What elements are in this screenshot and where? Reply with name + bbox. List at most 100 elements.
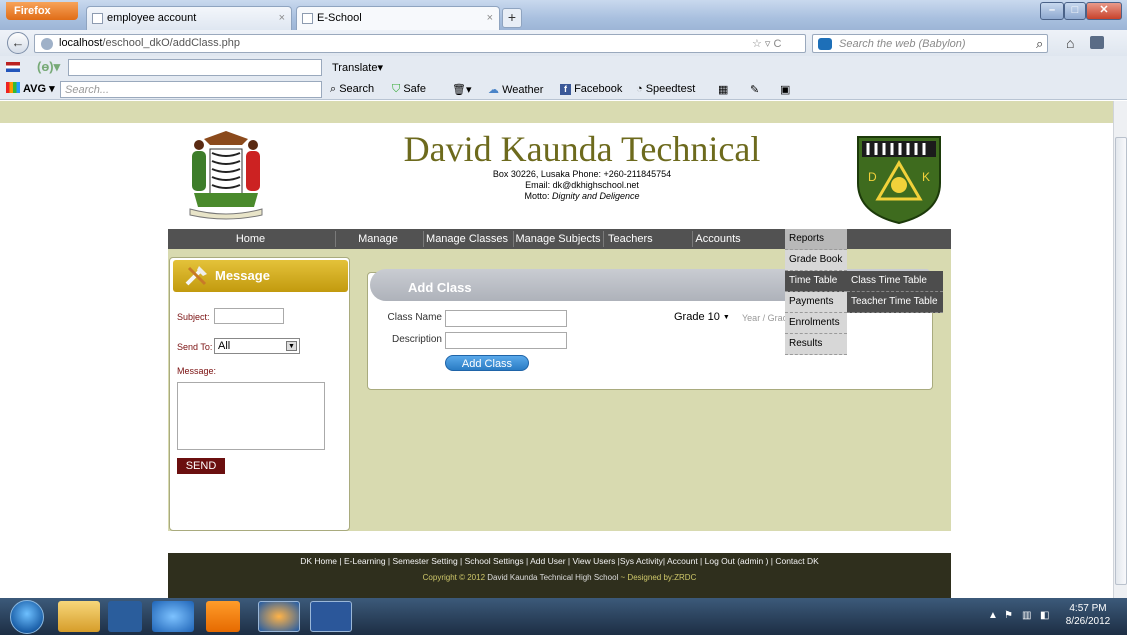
dropdown-grade-book[interactable]: Grade Book [785,250,847,271]
tab-label: employee account [107,12,197,24]
network-icon[interactable]: ▥ [1022,610,1031,621]
volume-icon[interactable]: ◧ [1040,610,1049,621]
show-hidden-icons[interactable]: ▲ [988,610,998,621]
email-line: Email: dk@dkhighschool.net [525,180,639,190]
dropdown-time-table[interactable]: Time Table [785,271,847,292]
facebook-button[interactable]: f Facebook [560,83,622,95]
avg-search-input[interactable]: Search... [60,81,322,98]
search-icon[interactable]: ⌕ [1036,36,1043,52]
message-label: Message: [177,366,217,376]
send-to-select[interactable]: All ▼ [214,338,300,354]
grade-select[interactable]: Grade 10 ▼ [674,311,730,323]
bookmark-star-icon[interactable]: ☆ ▿ C [752,37,781,50]
message-textarea[interactable] [177,382,325,450]
speedtest-button[interactable]: ◔ Speedtest [636,83,695,95]
message-panel: Message Subject: Send To: All ▼ Message:… [169,257,350,531]
tab-e-school[interactable]: E-School × [296,6,500,30]
send-to-label: Send To: [177,342,213,352]
firefox-menu-button[interactable]: Firefox [6,2,78,20]
back-button[interactable]: ← [7,32,29,54]
avg-search-button[interactable]: ⌕ Search [330,83,374,96]
time-table-submenu: Class Time Table Teacher Time Table [847,271,943,313]
close-tab-icon[interactable]: × [279,12,285,24]
internet-explorer-taskbar-icon[interactable] [152,601,194,632]
tab-label: E-School [317,12,362,24]
maximize-button[interactable]: □ [1064,2,1086,20]
site-footer: DK Home | E-Learning | Semester Setting … [168,553,951,598]
minimize-button[interactable]: – [1040,2,1064,20]
menu-accounts[interactable]: Accounts [692,229,744,249]
address-bar[interactable]: localhost/eschool_dkO/addClass.php [34,34,806,53]
clock[interactable]: 4:57 PM 8/26/2012 [1060,602,1116,628]
toolbar-logo-icon[interactable]: (ɵ)▾ [37,59,60,75]
class-name-input[interactable] [445,310,567,327]
trash-icon[interactable]: 🗑▾ [452,83,472,96]
vlc-taskbar-icon[interactable] [206,601,240,632]
menu-reports[interactable]: Reports [785,229,847,250]
tab-employee-account[interactable]: employee account × [86,6,292,30]
subject-input[interactable] [214,308,284,324]
new-tab-button[interactable]: + [502,8,522,28]
notepad-icon[interactable]: ✎ [750,83,759,96]
window-controls: – □ ✕ [1040,2,1122,20]
flag-icon[interactable] [6,62,20,72]
tools-icon [185,266,207,286]
firefox-taskbar-icon[interactable] [258,601,300,632]
safe-button[interactable]: ⛉ Safe [392,83,426,96]
bookmarks-icon[interactable] [1090,36,1104,49]
windows-taskbar: ▲ ⚑ ▥ ◧ 4:57 PM 8/26/2012 [0,598,1127,635]
copyright-org: David Kaunda Technical High School [487,573,619,582]
cloud-icon: ☁ [488,84,499,96]
svg-text:K: K [922,170,930,184]
page-icon [302,13,313,24]
avg-label: AVG ▾ [23,83,55,95]
description-input[interactable] [445,332,567,349]
submenu-teacher-time-table[interactable]: Teacher Time Table [847,292,943,313]
vertical-scrollbar[interactable] [1113,101,1127,598]
weather-label: Weather [502,84,544,96]
gallery-icon[interactable]: ▣ [780,83,790,96]
safe-label: Safe [403,83,426,95]
send-to-value: All [218,340,231,352]
copyright: Copyright © 2012 David Kaunda Technical … [168,573,951,582]
dropdown-results[interactable]: Results [785,334,847,355]
word-taskbar-icon[interactable] [310,601,352,632]
close-window-button[interactable]: ✕ [1086,2,1122,20]
add-class-button[interactable]: Add Class [445,355,529,371]
menu-manage-classes[interactable]: Manage Classes [424,229,510,249]
toolbar-input[interactable] [68,59,322,76]
start-button[interactable] [10,600,44,634]
home-icon[interactable]: ⌂ [1066,35,1074,51]
site-identity-icon[interactable] [41,38,53,50]
scrollbar-thumb[interactable] [1115,137,1127,585]
close-tab-icon[interactable]: × [487,12,493,24]
coat-of-arms-icon [189,131,263,220]
action-center-icon[interactable]: ⚑ [1004,610,1013,621]
grade-value: Grade 10 [674,311,720,323]
translate-button[interactable]: Translate▾ [332,61,383,74]
menu-home[interactable]: Home [168,229,333,249]
footer-links[interactable]: DK Home | E-Learning | Semester Setting … [168,556,951,566]
babylon-toolbar: (ɵ)▾ Translate▾ [0,56,1127,78]
chevron-down-icon: ▼ [722,314,730,321]
menu-manage-subjects[interactable]: Manage Subjects [514,229,602,249]
web-search-input[interactable]: Search the web (Babylon) [812,34,1048,53]
dropdown-enrolments[interactable]: Enrolments [785,313,847,334]
menu-teachers[interactable]: Teachers [604,229,658,249]
submenu-class-time-table[interactable]: Class Time Table [847,271,943,292]
send-button[interactable]: SEND [177,458,225,474]
media-player-taskbar-icon[interactable] [108,601,142,632]
dropdown-payments[interactable]: Payments [785,292,847,313]
menu-manage-students[interactable]: Manage Students [336,229,420,265]
clock-date: 8/26/2012 [1065,616,1111,627]
page-icon [92,13,103,24]
explorer-taskbar-icon[interactable] [58,601,100,632]
avg-button[interactable]: AVG ▾ [6,82,55,95]
copyright-text: Copyright © 2012 [422,573,486,582]
facebook-icon: f [560,84,571,95]
calculator-icon[interactable]: ▦ [718,83,728,96]
message-panel-header: Message [173,260,348,292]
weather-button[interactable]: ☁ Weather [488,83,543,96]
browser-titlebar: Firefox employee account × E-School × + … [0,0,1127,30]
school-contact: Box 30226, Lusaka Phone: +260-211845754 … [352,169,812,202]
